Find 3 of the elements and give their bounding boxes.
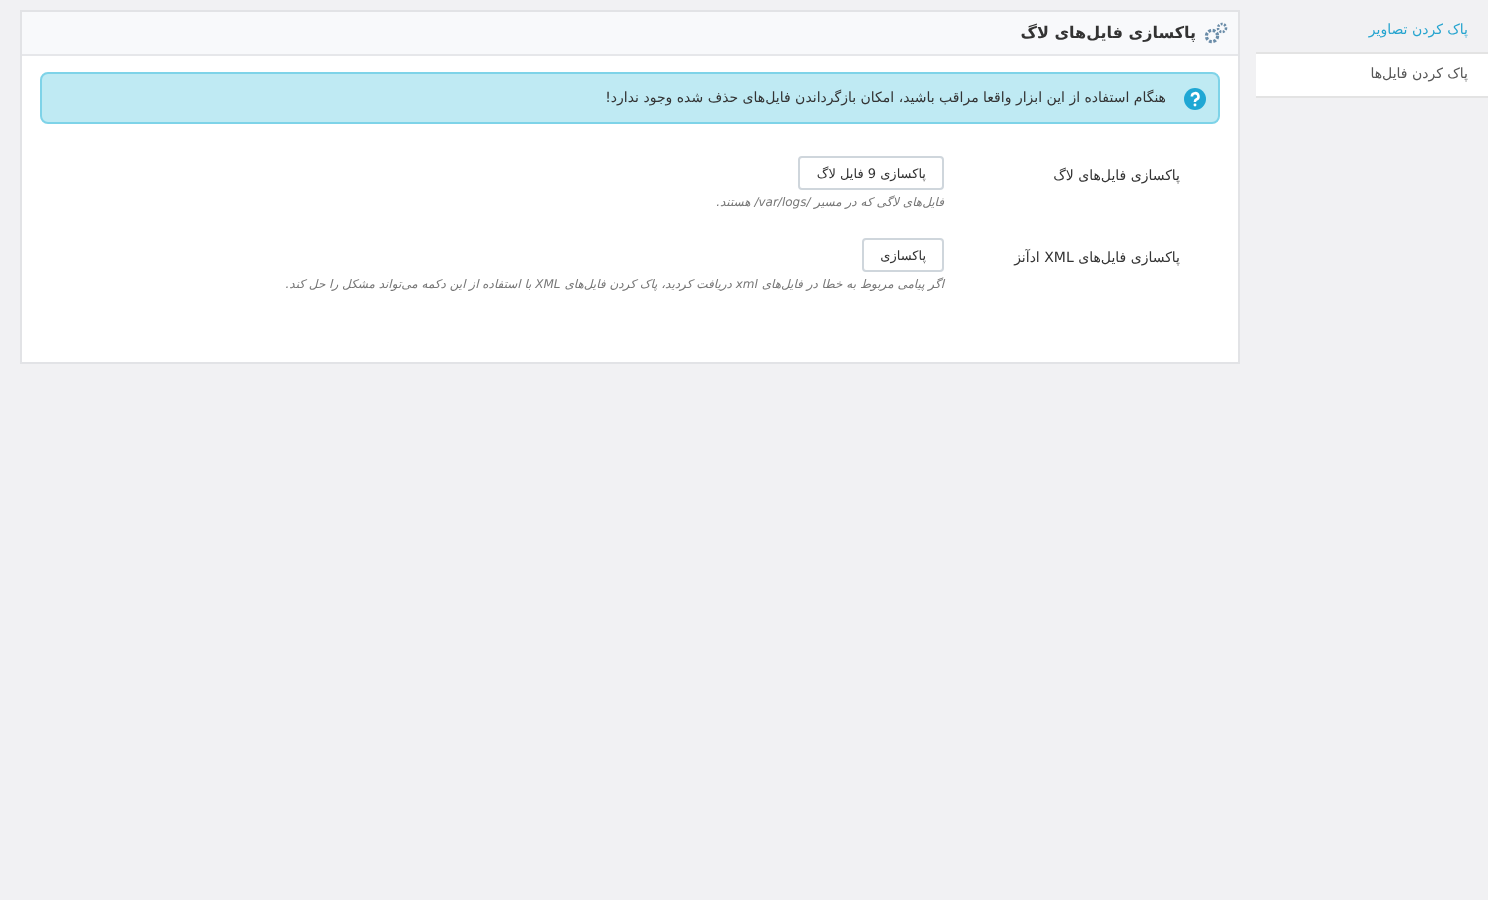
gears-icon	[1204, 21, 1228, 45]
help-icon	[1184, 87, 1206, 109]
panel-title: پاکسازی فایل‌های لاگ	[1020, 24, 1196, 42]
